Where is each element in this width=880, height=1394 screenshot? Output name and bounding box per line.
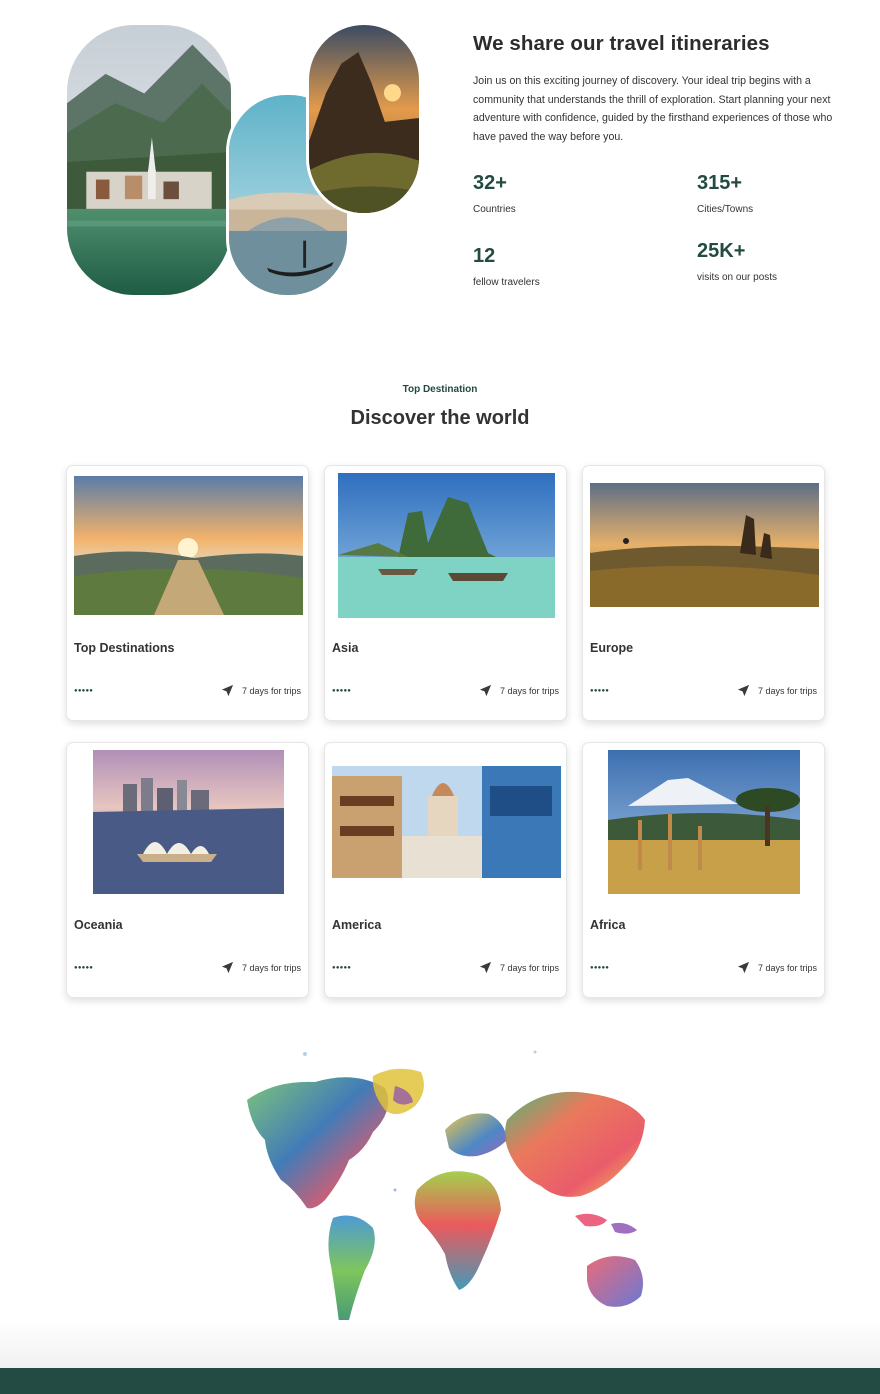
trip-label: 7 days for trips <box>757 962 817 973</box>
trip-duration: 7 days for trips <box>479 961 559 974</box>
navigation-arrow-icon <box>737 684 750 697</box>
watercolor-world-map <box>245 1040 647 1332</box>
card-image <box>93 750 284 894</box>
card-title: Europe <box>590 641 634 655</box>
about-content: We share our travel itineraries Join us … <box>473 32 833 288</box>
card-title: Africa <box>590 918 626 932</box>
card-image <box>338 473 555 618</box>
stat-value: 12 <box>473 245 496 267</box>
footer-bar <box>0 1368 880 1394</box>
about-title: We share our travel itineraries <box>473 32 770 55</box>
stat-label: visits on our posts <box>697 272 778 283</box>
stat-countries: 32+ Countries <box>473 172 633 215</box>
destination-card-oceania[interactable]: Oceania ●●●●● 7 days for trips <box>66 742 309 998</box>
navigation-arrow-icon <box>479 684 492 697</box>
card-title: Asia <box>332 641 359 655</box>
destination-card-asia[interactable]: Asia ●●●●● 7 days for trips <box>324 465 567 721</box>
trip-duration: 7 days for trips <box>221 961 301 974</box>
card-image <box>608 750 800 894</box>
destination-card-top-destinations[interactable]: Top Destinations ●●●●● 7 days for trips <box>66 465 309 721</box>
stat-label: Cities/Towns <box>697 204 754 215</box>
navigation-arrow-icon <box>221 961 234 974</box>
rating-dots: ●●●●● <box>590 688 610 694</box>
navigation-arrow-icon <box>221 684 234 697</box>
card-title: Oceania <box>74 918 123 932</box>
destination-card-europe[interactable]: Europe ●●●●● 7 days for trips <box>582 465 825 721</box>
stat-travelers: 12 fellow travelers <box>473 245 633 288</box>
about-description: Join us on this exciting journey of disc… <box>473 75 833 143</box>
stat-value: 32+ <box>473 172 507 194</box>
stat-cities: 315+ Cities/Towns <box>697 172 857 215</box>
card-image <box>590 483 819 607</box>
rating-dots: ●●●●● <box>590 965 610 971</box>
stat-value: 25K+ <box>697 240 746 262</box>
footer-fade <box>0 1320 880 1368</box>
trip-label: 7 days for trips <box>499 685 559 696</box>
trip-label: 7 days for trips <box>241 685 301 696</box>
stat-visits: 25K+ visits on our posts <box>697 240 857 283</box>
rating-dots: ●●●●● <box>332 965 352 971</box>
card-image <box>74 476 303 615</box>
trip-duration: 7 days for trips <box>221 684 301 697</box>
travel-photo-collage <box>64 22 424 307</box>
about-section: We share our travel itineraries Join us … <box>0 0 880 320</box>
mountain-sunset-photo <box>306 22 422 216</box>
stat-value: 315+ <box>697 172 743 194</box>
navigation-arrow-icon <box>737 961 750 974</box>
destination-card-africa[interactable]: Africa ●●●●● 7 days for trips <box>582 742 825 998</box>
destinations-header: Top Destination Discover the world <box>0 384 880 430</box>
rating-dots: ●●●●● <box>332 688 352 694</box>
destination-card-america[interactable]: America ●●●●● 7 days for trips <box>324 742 567 998</box>
lake-village-photo <box>64 22 234 298</box>
section-title: Discover the world <box>350 407 530 429</box>
trip-label: 7 days for trips <box>499 962 559 973</box>
card-title: America <box>332 918 382 932</box>
stats-grid: 32+ Countries 315+ Cities/Towns 12 fello… <box>473 150 833 288</box>
section-eyebrow: Top Destination <box>402 384 478 395</box>
trip-label: 7 days for trips <box>757 685 817 696</box>
rating-dots: ●●●●● <box>74 688 94 694</box>
rating-dots: ●●●●● <box>74 965 94 971</box>
trip-duration: 7 days for trips <box>737 961 817 974</box>
stat-label: Countries <box>473 204 516 215</box>
stat-label: fellow travelers <box>473 277 540 288</box>
trip-duration: 7 days for trips <box>479 684 559 697</box>
card-title: Top Destinations <box>74 641 175 655</box>
navigation-arrow-icon <box>479 961 492 974</box>
trip-duration: 7 days for trips <box>737 684 817 697</box>
card-image <box>332 766 561 878</box>
trip-label: 7 days for trips <box>241 962 301 973</box>
